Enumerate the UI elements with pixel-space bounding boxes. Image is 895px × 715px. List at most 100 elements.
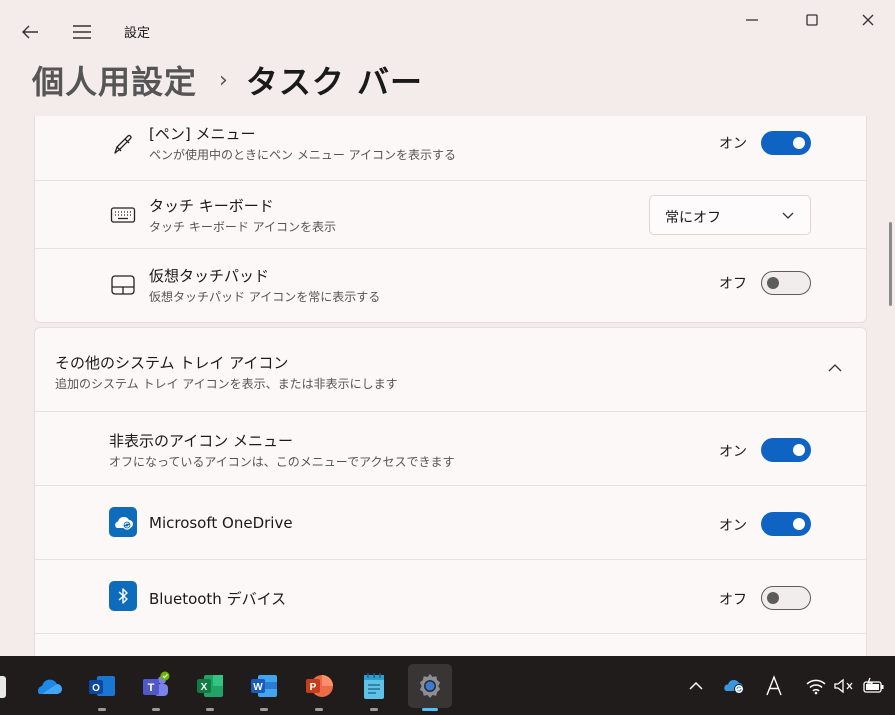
toggle-knob xyxy=(767,277,779,289)
taskbar: O T X W P xyxy=(0,656,895,715)
other-tray-title: その他のシステム トレイ アイコン xyxy=(55,354,289,372)
virtual-touchpad-title: 仮想タッチパッド xyxy=(149,267,270,285)
running-indicator xyxy=(370,708,378,711)
toggle-knob xyxy=(767,592,779,604)
excel-icon: X xyxy=(197,675,223,697)
wifi-icon xyxy=(806,679,826,695)
svg-text:T: T xyxy=(148,682,155,694)
running-indicator xyxy=(315,708,323,711)
hidden-icon-menu-subtitle: オフになっているアイコンは、このメニューでアクセスできます xyxy=(109,455,455,469)
tray-ime[interactable] xyxy=(762,674,786,698)
hidden-icon-menu-title: 非表示のアイコン メニュー xyxy=(109,432,294,450)
ime-mode-icon xyxy=(766,675,782,696)
back-button[interactable] xyxy=(18,20,42,44)
hidden-icon-menu-toggle[interactable] xyxy=(761,438,811,462)
onedrive-state: オン xyxy=(719,518,747,534)
virtual-touchpad-row: 仮想タッチパッド 仮想タッチパッド アイコンを常に表示する オフ xyxy=(35,249,866,322)
toggle-knob xyxy=(793,137,805,149)
window-title: 設定 xyxy=(124,26,151,41)
page-title: タスク バー xyxy=(245,63,423,101)
other-tray-subtitle: 追加のシステム トレイ アイコンを表示、または非表示にします xyxy=(55,377,398,391)
bluetooth-toggle[interactable] xyxy=(761,586,811,610)
tray-onedrive[interactable] xyxy=(722,674,746,698)
running-indicator xyxy=(206,708,214,711)
other-tray-icons-header[interactable]: その他のシステム トレイ アイコン 追加のシステム トレイ アイコンを表示、また… xyxy=(35,328,866,412)
chevron-up-icon xyxy=(828,364,842,372)
virtual-touchpad-toggle[interactable] xyxy=(761,271,811,295)
svg-text:O: O xyxy=(92,683,100,694)
pen-menu-text: [ペン] メニュー ペンが使用中のときにペン メニュー アイコンを表示する xyxy=(149,123,456,163)
tray-volume[interactable] xyxy=(832,674,856,698)
scrollbar-thumb[interactable] xyxy=(889,222,892,306)
svg-text:X: X xyxy=(201,682,208,693)
taskbar-word[interactable]: W xyxy=(242,664,286,711)
toggle-knob xyxy=(793,518,805,530)
onedrive-app-icon xyxy=(109,507,137,537)
taskbar-notepad[interactable] xyxy=(352,664,396,711)
minimize-icon xyxy=(746,19,758,21)
outlook-icon: O xyxy=(89,676,115,696)
tray-wifi[interactable] xyxy=(804,674,828,698)
title-bar: 設定 xyxy=(0,0,895,54)
toggle-knob xyxy=(793,444,805,456)
virtual-touchpad-state: オフ xyxy=(719,276,747,292)
taskbar-teams[interactable]: T xyxy=(134,664,178,711)
virtual-touchpad-text: 仮想タッチパッド 仮想タッチパッド アイコンを常に表示する xyxy=(149,265,380,305)
maximize-button[interactable] xyxy=(802,10,822,30)
onedrive-title: Microsoft OneDrive xyxy=(149,514,293,532)
keyboard-icon xyxy=(109,201,137,229)
tray-battery[interactable] xyxy=(862,674,886,698)
dropdown-value: 常にオフ xyxy=(665,210,721,226)
running-indicator xyxy=(260,708,268,711)
powerpoint-icon: P xyxy=(306,675,333,697)
show-hidden-icons-button[interactable] xyxy=(684,674,708,698)
running-indicator xyxy=(98,708,106,711)
tray-icons-card: [ペン] メニュー ペンが使用中のときにペン メニュー アイコンを表示する オン… xyxy=(34,116,867,323)
touch-keyboard-subtitle: タッチ キーボード アイコンを表示 xyxy=(149,220,337,234)
onedrive-toggle[interactable] xyxy=(761,512,811,536)
bluetooth-state: オフ xyxy=(719,592,747,608)
touch-keyboard-dropdown[interactable]: 常にオフ xyxy=(649,195,811,235)
touch-keyboard-text: タッチ キーボード タッチ キーボード アイコンを表示 xyxy=(149,195,336,235)
taskbar-outlook[interactable]: O xyxy=(80,664,124,711)
breadcrumb: 個人用設定 › タスク バー xyxy=(32,58,423,102)
svg-text:W: W xyxy=(253,682,263,693)
teams-icon: T xyxy=(143,671,170,696)
hidden-icon-menu-row: 非表示のアイコン メニュー オフになっているアイコンは、このメニューでアクセスで… xyxy=(35,412,866,486)
pen-menu-subtitle: ペンが使用中のときにペン メニュー アイコンを表示する xyxy=(149,148,457,162)
settings-content: [ペン] メニュー ペンが使用中のときにペン メニュー アイコンを表示する オン… xyxy=(0,116,880,656)
hamburger-menu-button[interactable] xyxy=(70,20,94,44)
virtual-touchpad-subtitle: 仮想タッチパッド アイコンを常に表示する xyxy=(149,290,381,304)
touch-keyboard-row: タッチ キーボード タッチ キーボード アイコンを表示 常にオフ xyxy=(35,181,866,249)
touch-keyboard-title: タッチ キーボード xyxy=(149,197,274,215)
close-button[interactable] xyxy=(858,10,878,30)
show-desktop-edge[interactable] xyxy=(0,676,6,698)
taskbar-excel[interactable]: X xyxy=(188,664,232,711)
pen-icon xyxy=(109,131,137,159)
onedrive-row: Microsoft OneDrive オン xyxy=(35,486,866,560)
svg-text:P: P xyxy=(310,682,317,693)
settings-icon xyxy=(419,674,441,698)
hidden-icon-menu-state: オン xyxy=(719,444,747,460)
bluetooth-title: Bluetooth デバイス xyxy=(149,590,287,608)
bluetooth-text: Bluetooth デバイス xyxy=(149,588,286,609)
taskbar-onedrive[interactable] xyxy=(26,664,70,708)
onedrive-icon xyxy=(37,679,62,694)
onedrive-text: Microsoft OneDrive xyxy=(149,514,293,532)
chevron-down-icon xyxy=(782,212,794,219)
pen-menu-row: [ペン] メニュー ペンが使用中のときにペン メニュー アイコンを表示する オン xyxy=(35,116,866,181)
breadcrumb-parent[interactable]: 個人用設定 xyxy=(32,57,197,103)
taskbar-settings[interactable] xyxy=(408,664,452,711)
pen-menu-toggle[interactable] xyxy=(761,131,811,155)
other-tray-icons-card: その他のシステム トレイ アイコン 追加のシステム トレイ アイコンを表示、また… xyxy=(34,327,867,656)
bluetooth-row: Bluetooth デバイス オフ xyxy=(35,560,866,634)
breadcrumb-separator: › xyxy=(219,67,228,93)
hamburger-icon xyxy=(73,25,91,39)
touchpad-icon xyxy=(109,271,137,299)
active-indicator xyxy=(422,708,438,711)
taskbar-powerpoint[interactable]: P xyxy=(297,664,341,711)
minimize-button[interactable] xyxy=(742,10,762,30)
notepad-icon xyxy=(364,673,384,699)
pen-menu-state: オン xyxy=(719,136,747,152)
onedrive-sync-icon xyxy=(724,680,744,694)
